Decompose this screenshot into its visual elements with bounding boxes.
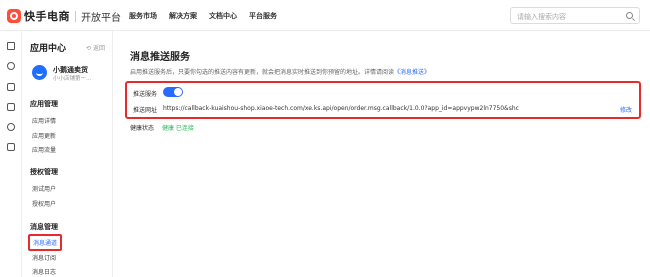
home-icon[interactable] [7,42,15,50]
grid-icon[interactable] [7,83,15,91]
top-nav: 服务市场 解决方案 文档中心 平台服务 [129,11,289,21]
main-content: 消息推送服务 启用推送服务后，只要你勾选的推送内容有更新，就会把消息实时推送到你… [113,31,650,277]
brand-name: 快手电商 [24,10,70,23]
nav-docs[interactable]: 文档中心 [209,11,237,21]
group-app-management: 应用管理 [30,100,58,108]
nav-platform-services[interactable]: 平台服务 [249,11,277,21]
kuaishou-logo-icon [7,9,21,23]
push-url-label: 推送网址 [133,107,158,114]
health-status-label: 健康状态 [130,125,155,132]
nav-solutions[interactable]: 解决方案 [169,11,197,21]
group-message-management: 消息管理 [30,223,58,231]
push-settings-highlight [125,81,641,119]
sidebar-item-app-details[interactable]: 应用详情 [32,116,56,125]
search-icon[interactable] [626,12,633,19]
nav-service-market[interactable]: 服务市场 [129,11,157,21]
top-bar: 快手电商 开放平台 服务市场 解决方案 文档中心 平台服务 请输入搜索内容 [0,0,650,31]
gear-icon[interactable] [7,123,15,131]
compass-icon[interactable] [7,62,15,70]
search-placeholder: 请输入搜索内容 [517,13,566,21]
health-status-value: 健康 已连接 [162,125,194,132]
sidebar-title: 应用中心 [30,44,67,54]
description-text: 启用推送服务后，只要你勾选的推送内容有更新，就会把消息实时推送到你预留的地址。详… [130,69,395,76]
document-icon[interactable] [7,103,15,111]
shop-description: 小小店铺第一... [53,76,92,82]
edit-push-url-link[interactable]: 修改 [620,105,632,114]
page-description: 启用推送服务后，只要你勾选的推送内容有更新，就会把消息实时推送到你预留的地址。详… [130,67,430,76]
push-service-label: 推送服务 [133,91,158,98]
sidebar-item-app-traffic[interactable]: 应用流量 [32,145,56,154]
sidebar-item-message-subscription[interactable]: 消息订阅 [32,253,56,262]
logo-divider [75,10,76,22]
icon-rail [0,31,22,277]
push-url-value: https://callback-kuaishou-shop.xiaoe-tec… [163,105,519,112]
logo[interactable]: 快手电商 开放平台 [7,8,121,24]
sidebar: 应用中心 ⟲ 返回 小鹅通卖货 小小店铺第一... 应用管理 应用详情 应用更新… [22,31,113,277]
page-title: 消息推送服务 [130,52,190,63]
group-auth-management: 授权管理 [30,168,58,176]
push-service-toggle[interactable] [163,87,183,97]
sidebar-item-authorized-users[interactable]: 授权用户 [32,199,56,208]
brand-subtitle: 开放平台 [81,12,121,24]
sidebar-item-message-log[interactable]: 消息日志 [32,267,56,276]
sidebar-item-app-update[interactable]: 应用更新 [32,131,56,140]
back-label: 返回 [92,45,105,52]
sidebar-item-test-users[interactable]: 测试用户 [32,184,56,193]
sidebar-item-message-channel[interactable]: 消息通道 [28,234,63,251]
chart-icon[interactable] [7,143,15,151]
search-input[interactable]: 请输入搜索内容 [510,7,640,24]
message-push-doc-link[interactable]: 《消息推送》 [394,69,430,76]
back-link[interactable]: ⟲ 返回 [86,43,105,52]
shop-avatar [32,65,47,80]
